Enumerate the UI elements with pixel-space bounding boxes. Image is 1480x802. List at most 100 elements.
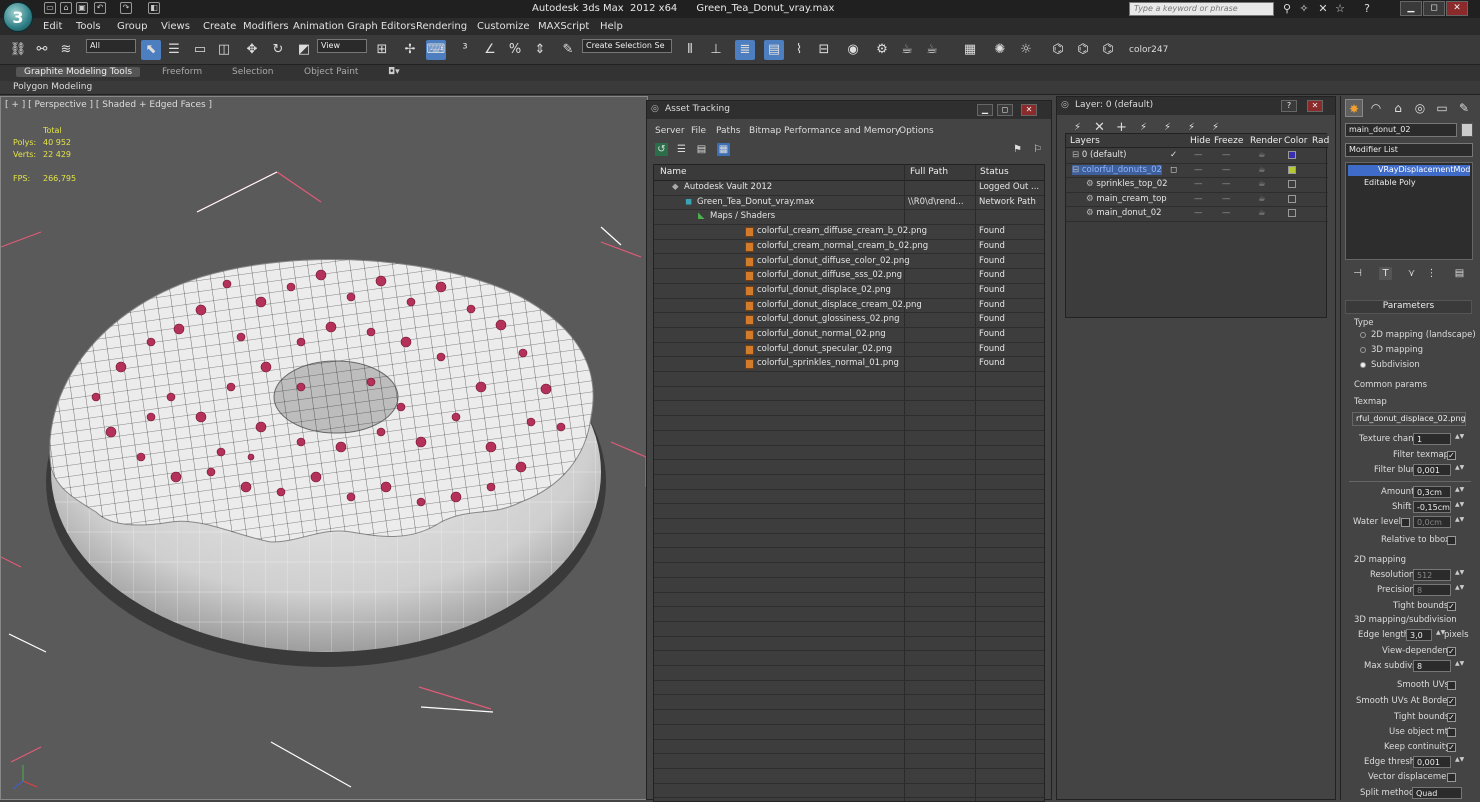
freeze-toggle-icon[interactable]: — (1222, 194, 1231, 204)
at-menu-paths[interactable]: Paths (716, 126, 740, 136)
layer-row[interactable]: ⊟ 0 (default) ✓ — — ☕ (1066, 149, 1328, 164)
menu-maxscript[interactable]: MAXScript (538, 21, 589, 32)
at-close-button[interactable]: ✕ (1021, 104, 1037, 116)
angle-snap-icon[interactable]: ∠ (480, 40, 500, 60)
mirror-icon[interactable]: ⫴ (680, 40, 700, 60)
asset-row[interactable]: colorful_donut_displace_cream_02.png Foun… (654, 299, 1044, 314)
keep-continuity-checkbox[interactable]: ✓ (1447, 743, 1456, 752)
col-name[interactable]: Name (660, 167, 687, 177)
water-level-checkbox[interactable] (1401, 518, 1410, 527)
render-region-icon[interactable]: ⌬ (1048, 40, 1068, 60)
minimize-button[interactable]: ▁ (1400, 1, 1422, 16)
type-3d-label[interactable]: 3D mapping (1371, 345, 1423, 355)
asset-row[interactable]: ◆ Autodesk Vault 2012 Logged Out ... (654, 181, 1044, 196)
asset-row[interactable]: colorful_donut_diffuse_color_02.png Found (654, 255, 1044, 270)
layer-color-swatch[interactable] (1288, 151, 1296, 159)
texmap-button[interactable]: rful_donut_displace_02.png) (1352, 412, 1466, 426)
render-toggle-icon[interactable]: ☕ (1258, 194, 1266, 204)
hierarchy-tab-icon[interactable]: ⌂ (1389, 99, 1407, 117)
edge-length-input[interactable]: 3,0 (1406, 629, 1432, 641)
shift-input[interactable]: -0,15cm (1413, 501, 1451, 513)
menu-graph-editors[interactable]: Graph Editors (347, 21, 416, 32)
at-menu-options[interactable]: Options (899, 126, 934, 136)
menu-animation[interactable]: Animation (293, 21, 344, 32)
rendered-frame-window-icon[interactable]: ☕ (897, 40, 917, 60)
select-and-scale-icon[interactable]: ◩ (294, 40, 314, 60)
close-button[interactable]: ✕ (1446, 1, 1468, 16)
hide-toggle-icon[interactable]: — (1194, 208, 1203, 218)
percent-snap-icon[interactable]: % (505, 40, 525, 60)
precision-input[interactable]: 8 (1413, 584, 1451, 596)
menu-edit[interactable]: Edit (43, 21, 62, 32)
perspective-viewport[interactable]: [ + ] [ Perspective ] [ Shaded + Edged F… (0, 96, 648, 800)
tab-graphite-modeling-tools[interactable]: Graphite Modeling Tools (16, 67, 141, 77)
menu-rendering[interactable]: Rendering (416, 21, 467, 32)
ribbon-options-icon[interactable]: ◘▾ (388, 67, 400, 77)
use-pivot-center-icon[interactable]: ⊞ (372, 40, 392, 60)
lm-close-button[interactable]: ✕ (1307, 100, 1323, 112)
maximize-button[interactable]: ◻ (1423, 1, 1445, 16)
render-toggle-icon[interactable]: ☕ (1258, 150, 1266, 160)
at-menu-file[interactable]: File (691, 126, 706, 136)
max-subdivs-spinner[interactable]: ▲▼ (1455, 661, 1464, 671)
search-icon[interactable]: ✧ (1297, 2, 1311, 16)
material-editor-icon[interactable]: ◉ (843, 40, 863, 60)
redo-icon[interactable]: ↷ (120, 2, 132, 14)
bind-space-warp-icon[interactable]: ≋ (56, 40, 76, 60)
polygon-modeling-panel[interactable]: Polygon Modeling (13, 82, 92, 92)
type-2d-radio[interactable] (1360, 332, 1366, 338)
select-by-name-icon[interactable]: ☰ (164, 40, 184, 60)
app-menu-logo-icon[interactable]: 3 (3, 2, 33, 32)
at-menu-server[interactable]: Server (655, 126, 685, 136)
resolution-spinner[interactable]: ▲▼ (1455, 570, 1464, 580)
detail-view-icon[interactable]: ▤ (695, 143, 708, 156)
freeze-toggle-icon[interactable]: — (1222, 179, 1231, 189)
layer-manager-icon[interactable]: ≣ (735, 40, 755, 60)
pin-stack-icon[interactable]: ⊣ (1351, 267, 1364, 280)
tight-bounds-checkbox[interactable]: ✓ (1447, 602, 1456, 611)
rectangular-selection-icon[interactable]: ▭ (190, 40, 210, 60)
modifier-list-dropdown[interactable]: Modifier List (1345, 143, 1473, 157)
edit-named-selection-icon[interactable]: ✎ (558, 40, 578, 60)
menu-help[interactable]: Help (600, 21, 623, 32)
show-end-result-icon[interactable]: T (1379, 267, 1392, 280)
relative-bbox-checkbox[interactable] (1447, 536, 1456, 545)
lm-help-button[interactable]: ? (1281, 100, 1297, 112)
select-and-rotate-icon[interactable]: ↻ (268, 40, 288, 60)
type-subdivision-radio[interactable] (1360, 362, 1366, 368)
freeze-toggle-icon[interactable]: — (1222, 150, 1231, 160)
asset-row[interactable]: colorful_donut_glossiness_02.png Found (654, 313, 1044, 328)
vray-light-icon[interactable]: ✺ (990, 40, 1010, 60)
menu-customize[interactable]: Customize (477, 21, 530, 32)
smooth-uvs-checkbox[interactable] (1447, 681, 1456, 690)
layer-row[interactable]: ⊟ colorful_donuts_02 ◻ — — ☕ (1066, 164, 1328, 178)
menu-views[interactable]: Views (161, 21, 190, 32)
view-dependent-checkbox[interactable]: ✓ (1447, 647, 1456, 656)
col-render[interactable]: Render (1250, 136, 1282, 146)
schematic-view-icon[interactable]: ⊟ (814, 40, 834, 60)
texture-chan-input[interactable]: 1 (1413, 433, 1451, 445)
object-name-field[interactable]: main_donut_02 (1345, 123, 1457, 137)
hide-toggle-icon[interactable]: — (1194, 194, 1203, 204)
spinner-snap-icon[interactable]: ⇕ (530, 40, 550, 60)
favorites-star-icon[interactable]: ☆ (1333, 2, 1347, 16)
hide-toggle-icon[interactable]: — (1194, 179, 1203, 189)
filter-blur-spinner[interactable]: ▲▼ (1455, 465, 1464, 475)
layer-color-swatch[interactable] (1288, 180, 1296, 188)
hide-toggle-icon[interactable]: — (1194, 165, 1203, 175)
window-crossing-icon[interactable]: ◫ (214, 40, 234, 60)
edge-thresh-spinner[interactable]: ▲▼ (1455, 757, 1464, 767)
menu-modifiers[interactable]: Modifiers (243, 21, 289, 32)
resolution-input[interactable]: 512 (1413, 569, 1451, 581)
binoculars-icon[interactable]: ⚲ (1280, 2, 1294, 16)
help-icon[interactable]: ? (1360, 2, 1374, 16)
max-subdivs-input[interactable]: 8 (1413, 660, 1451, 672)
select-and-move-icon[interactable]: ✥ (242, 40, 262, 60)
edge-thresh-input[interactable]: 0,001 (1413, 756, 1451, 768)
vault-options-icon[interactable]: ⚐ (1031, 143, 1044, 156)
remove-modifier-icon[interactable]: ⋮ (1425, 267, 1438, 280)
new-file-icon[interactable]: ▭ (44, 2, 56, 14)
render-setup-icon[interactable]: ⚙ (872, 40, 892, 60)
selection-filter-dropdown[interactable]: All (86, 39, 136, 53)
snaps-toggle-icon[interactable]: ³ (455, 40, 475, 60)
